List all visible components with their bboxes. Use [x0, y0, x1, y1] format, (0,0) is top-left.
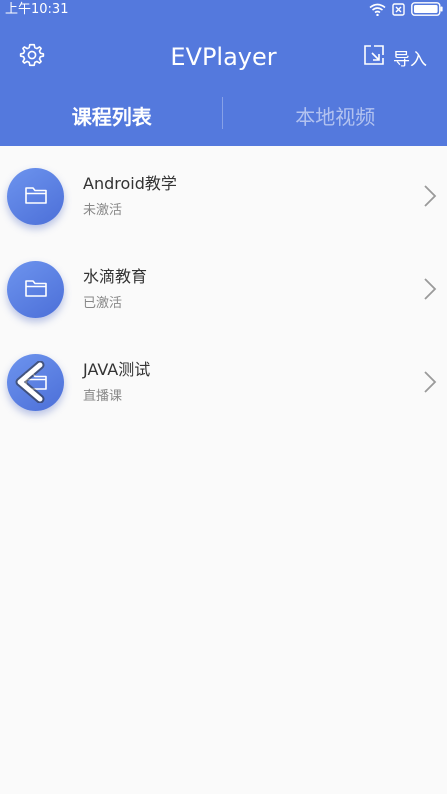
wifi-icon	[369, 1, 386, 20]
course-item-water-drop[interactable]: 水滴教育 已激活	[0, 239, 447, 332]
course-status: 已激活	[83, 296, 123, 311]
folder-icon	[24, 185, 48, 209]
course-status: 未激活	[83, 203, 123, 218]
settings-button[interactable]	[16, 41, 48, 73]
status-bar: 上午10:31	[0, 0, 447, 20]
course-status: 直播课	[83, 389, 123, 404]
course-list: Android教学 未激活 水滴教育 已激活 JAVA测试 直播课	[0, 146, 447, 425]
back-arrow-icon	[12, 360, 52, 407]
tab-local-videos[interactable]: 本地视频	[224, 84, 447, 146]
sim-no-signal-icon	[392, 1, 405, 20]
course-avatar	[7, 168, 64, 225]
back-overlay-button[interactable]	[12, 360, 52, 404]
course-title: 水滴教育	[83, 267, 148, 286]
tab-divider	[222, 97, 223, 129]
chevron-right-icon	[423, 277, 437, 301]
tab-bar: 课程列表 本地视频	[0, 84, 447, 146]
status-time: 上午10:31	[5, 2, 69, 17]
status-icons	[369, 1, 443, 20]
course-title: Android教学	[83, 174, 177, 193]
import-button[interactable]: 导入	[363, 42, 427, 72]
import-label: 导入	[393, 49, 427, 70]
course-item-java-test[interactable]: JAVA测试 直播课	[0, 332, 447, 425]
tab-course-list[interactable]: 课程列表	[0, 84, 224, 146]
course-avatar	[7, 261, 64, 318]
import-arrow-icon	[363, 44, 385, 70]
chevron-right-icon	[423, 184, 437, 208]
toolbar: EVPlayer 导入	[0, 30, 447, 84]
app-header: 上午10:31 EVPlayer 导入 课程列表 本地视频	[0, 0, 447, 146]
course-item-android[interactable]: Android教学 未激活	[0, 146, 447, 239]
folder-icon	[24, 278, 48, 302]
battery-icon	[411, 1, 443, 20]
chevron-right-icon	[423, 370, 437, 394]
course-title: JAVA测试	[83, 360, 151, 379]
gear-icon	[19, 42, 45, 72]
